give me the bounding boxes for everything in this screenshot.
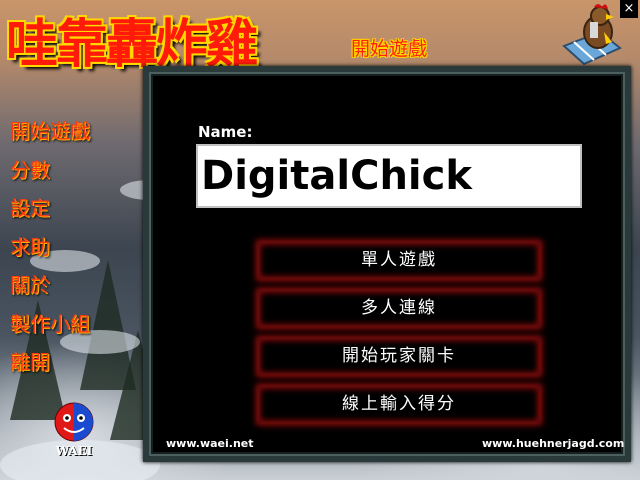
waei-logo-icon (54, 402, 94, 442)
close-button[interactable]: × (620, 0, 638, 18)
chicken-mascot-icon (560, 2, 624, 68)
waei-logo: WAEI (52, 400, 96, 460)
single-player-button[interactable]: 單人遊戲 (258, 242, 540, 279)
footer-link-waei[interactable]: www.waei.net (166, 437, 254, 450)
menu-item-about[interactable]: 關於 (10, 270, 90, 309)
menu-item-settings[interactable]: 設定 (10, 193, 90, 232)
online-score-button[interactable]: 線上輸入得分 (258, 386, 540, 423)
title-subtitle: 開始遊戲 (351, 38, 428, 60)
main-menu: 開始遊戲 分數 設定 求助 關於 製作小組 離開 (10, 116, 90, 386)
start-player-level-button[interactable]: 開始玩家關卡 (258, 338, 540, 375)
game-background: 哇靠轟炸雞 開始遊戲 × 開始遊戲 分數 設定 求助 關於 製作小組 離開 WA… (0, 0, 640, 480)
menu-item-exit[interactable]: 離開 (10, 347, 90, 386)
footer-link-huehnerjagd[interactable]: www.huehnerjagd.com (482, 437, 624, 450)
menu-item-help[interactable]: 求助 (10, 232, 90, 271)
player-name-input[interactable] (196, 144, 582, 208)
logo-text: WAEI (55, 444, 93, 458)
name-label: Name: (198, 123, 253, 141)
menu-item-start-game[interactable]: 開始遊戲 (10, 116, 90, 155)
menu-item-scores[interactable]: 分數 (10, 155, 90, 194)
multiplayer-button[interactable]: 多人連線 (258, 290, 540, 327)
menu-item-credits[interactable]: 製作小組 (10, 309, 90, 348)
